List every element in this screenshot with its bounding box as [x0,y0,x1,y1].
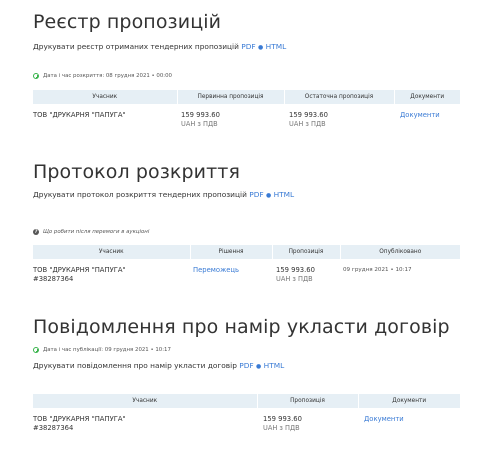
col-header-participant: Учасник [33,394,258,408]
final-offer-currency: UAH з ПДВ [289,120,326,129]
protocol-print-line: Друкувати протокол розкриття тендерних п… [33,190,294,199]
initial-offer-currency: UAH з ПДВ [181,120,218,129]
offer-cell: 159 993.60 UAH з ПДВ [272,259,340,284]
notice-print-line: Друкувати повідомлення про намір укласти… [33,361,284,370]
clock-icon [33,73,39,79]
notice-html-link[interactable]: HTML [264,361,285,370]
winner-link[interactable]: Переможець [193,266,239,274]
col-header-offer: Пропозиція [272,245,341,259]
notice-meta-text: Дата і час публікації: 09 грудня 2021 • … [43,347,171,353]
registry-title: Реєстр пропозицій [33,11,222,33]
notice-publication-date: Дата і час публікації: 09 грудня 2021 • … [33,347,171,353]
auction-help-link[interactable]: ? Що робити після перемоги в аукціоні [33,229,149,235]
notice-pdf-link[interactable]: PDF [239,361,253,370]
notice-title: Повідомлення про намір укласти договір [33,316,450,338]
protocol-title: Протокол розкриття [33,161,240,183]
table-row: ТОВ "ДРУКАРНЯ "ПАПУГА" #38287364 159 993… [33,408,460,433]
participant-name: ТОВ "ДРУКАРНЯ "ПАПУГА" [33,415,126,423]
registry-print-text: Друкувати реєстр отриманих тендерних про… [33,42,239,51]
separator-dot: ● [256,363,262,370]
notice-print-text: Друкувати повідомлення про намір укласти… [33,361,237,370]
participant-cell: ТОВ "ДРУКАРНЯ "ПАПУГА" #38287364 [33,408,257,433]
registry-meta-text: Дата і час розкриття: 08 грудня 2021 • 0… [43,73,172,79]
registry-table-header: Учасник Первинна пропозиція Остаточна пр… [33,90,460,104]
participant-code: #38287364 [33,275,74,284]
separator-dot: ● [258,44,264,51]
clock-icon [33,347,39,353]
participant-cell: ТОВ "ДРУКАРНЯ "ПАПУГА" #38287364 [33,259,190,284]
final-offer-value: 159 993.60 [289,111,328,119]
final-offer-cell: 159 993.60 UAH з ПДВ [284,104,394,129]
registry-html-link[interactable]: HTML [266,42,287,51]
separator-dot: ● [266,192,272,199]
col-header-documents: Документи [358,394,460,408]
notice-table-header: Учасник Пропозиція Документи [33,394,460,408]
auction-help-text: Що робити після перемоги в аукціоні [43,229,150,235]
registry-table: Учасник Первинна пропозиція Остаточна пр… [33,90,460,129]
registry-pdf-link[interactable]: PDF [241,42,255,51]
col-header-published: Опубліковано [340,245,460,259]
participant-name: ТОВ "ДРУКАРНЯ "ПАПУГА" [33,266,126,274]
col-header-participant: Учасник [33,90,178,104]
documents-link[interactable]: Документи [400,111,440,119]
col-header-decision: Рішення [190,245,273,259]
col-header-offer: Пропозиція [257,394,359,408]
participant-code: #38287364 [33,424,74,433]
protocol-html-link[interactable]: HTML [274,190,295,199]
participant-name: ТОВ "ДРУКАРНЯ "ПАПУГА" [33,111,126,119]
table-row: ТОВ "ДРУКАРНЯ "ПАПУГА" 159 993.60 UAH з … [33,104,460,129]
col-header-final-offer: Остаточна пропозиція [284,90,395,104]
initial-offer-cell: 159 993.60 UAH з ПДВ [177,104,284,129]
protocol-pdf-link[interactable]: PDF [249,190,263,199]
protocol-table: Учасник Рішення Пропозиція Опубліковано … [33,245,460,284]
offer-value: 159 993.60 [263,415,302,423]
offer-currency: UAH з ПДВ [276,275,313,284]
protocol-print-text: Друкувати протокол розкриття тендерних п… [33,190,247,199]
notice-table: Учасник Пропозиція Документи ТОВ "ДРУКАР… [33,394,460,433]
question-icon: ? [33,229,39,235]
col-header-initial-offer: Первинна пропозиція [177,90,285,104]
col-header-documents: Документи [394,90,460,104]
protocol-table-header: Учасник Рішення Пропозиція Опубліковано [33,245,460,259]
table-row: ТОВ "ДРУКАРНЯ "ПАПУГА" #38287364 Перемож… [33,259,460,284]
col-header-participant: Учасник [33,245,191,259]
initial-offer-value: 159 993.60 [181,111,220,119]
registry-opening-date: Дата і час розкриття: 08 грудня 2021 • 0… [33,73,172,79]
documents-link[interactable]: Документи [364,415,404,423]
registry-print-line: Друкувати реєстр отриманих тендерних про… [33,42,286,51]
offer-cell: 159 993.60 UAH з ПДВ [257,408,358,433]
offer-value: 159 993.60 [276,266,315,274]
published-date: 09 грудня 2021 • 10:17 [343,267,412,273]
offer-currency: UAH з ПДВ [263,424,300,433]
